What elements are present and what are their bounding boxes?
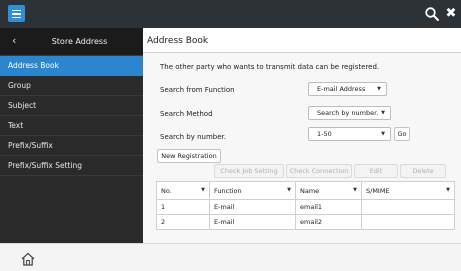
check-connection-button[interactable]: Check Connection (286, 164, 352, 178)
search-icon[interactable] (424, 6, 440, 22)
column-header-smime[interactable]: S/MIME ▼ (361, 181, 455, 200)
cell-name: email2 (295, 214, 362, 230)
cell-smime (361, 214, 455, 230)
new-registration-button[interactable]: New Registration (157, 149, 221, 163)
go-button[interactable]: Go (394, 127, 410, 141)
sort-caret-icon: ▼ (446, 187, 450, 193)
search-method-label: Search Method (160, 110, 213, 118)
sidebar-item-group[interactable]: Group (0, 76, 143, 96)
sidebar-title: Store Address (51, 37, 108, 46)
sidebar: ‹ Store Address Address Book Group Subje… (0, 28, 143, 243)
column-header-name[interactable]: Name ▼ (295, 181, 362, 200)
search-by-number-value: 1-50 (317, 130, 332, 138)
search-from-function-label: Search from Function (160, 86, 235, 94)
sidebar-header: ‹ Store Address (0, 28, 143, 56)
sidebar-item-text[interactable]: Text (0, 116, 143, 136)
column-header-label: Function (214, 186, 242, 195)
sort-caret-icon: ▼ (201, 187, 205, 193)
edit-button[interactable]: Edit (354, 164, 398, 178)
address-table: No. ▼ Function ▼ Name ▼ S/MIME ▼ 1 E-mai… (156, 181, 455, 230)
table-header-row: No. ▼ Function ▼ Name ▼ S/MIME ▼ (156, 181, 455, 200)
sort-caret-icon: ▼ (353, 187, 357, 193)
column-header-label: No. (161, 186, 172, 195)
column-header-no[interactable]: No. ▼ (156, 181, 210, 200)
search-method-dropdown[interactable]: Search by number. ▼ (308, 106, 391, 120)
home-icon[interactable] (20, 251, 36, 267)
column-header-function[interactable]: Function ▼ (209, 181, 296, 200)
search-by-number-dropdown[interactable]: 1-50 ▼ (308, 127, 391, 141)
caret-down-icon: ▼ (377, 86, 381, 92)
sort-caret-icon: ▼ (287, 187, 291, 193)
cell-smime (361, 199, 455, 215)
cell-function: E-mail (209, 199, 296, 215)
cell-no: 2 (156, 214, 210, 230)
check-job-setting-button[interactable]: Check Job Setting (214, 164, 284, 178)
sidebar-item-address-book[interactable]: Address Book (0, 56, 143, 76)
column-header-label: S/MIME (366, 186, 390, 195)
cell-function: E-mail (209, 214, 296, 230)
search-method-value: Search by number. (317, 109, 379, 117)
search-by-number-label: Search by number. (160, 133, 226, 141)
caret-down-icon: ▼ (381, 110, 385, 116)
bottom-bar (0, 243, 461, 271)
hamburger-menu-icon[interactable] (8, 5, 25, 22)
column-header-label: Name (300, 186, 320, 195)
table-row[interactable]: 1 E-mail email1 (156, 199, 455, 215)
search-from-function-value: E-mail Address (317, 85, 366, 93)
delete-button[interactable]: Delete (400, 164, 446, 178)
sidebar-item-subject[interactable]: Subject (0, 96, 143, 116)
sidebar-item-prefix-suffix-setting[interactable]: Prefix/Suffix Setting (0, 156, 143, 176)
caret-down-icon: ▼ (381, 131, 385, 137)
page-title: Address Book (147, 36, 209, 46)
sidebar-item-prefix-suffix[interactable]: Prefix/Suffix (0, 136, 143, 156)
table-row[interactable]: 2 E-mail email2 (156, 214, 455, 230)
cell-name: email1 (295, 199, 362, 215)
cell-no: 1 (156, 199, 210, 215)
search-from-function-dropdown[interactable]: E-mail Address ▼ (308, 82, 387, 96)
close-icon[interactable]: ✖ (444, 6, 458, 22)
description-text: The other party who wants to transmit da… (160, 63, 380, 71)
top-bar: ✖ (0, 0, 461, 28)
